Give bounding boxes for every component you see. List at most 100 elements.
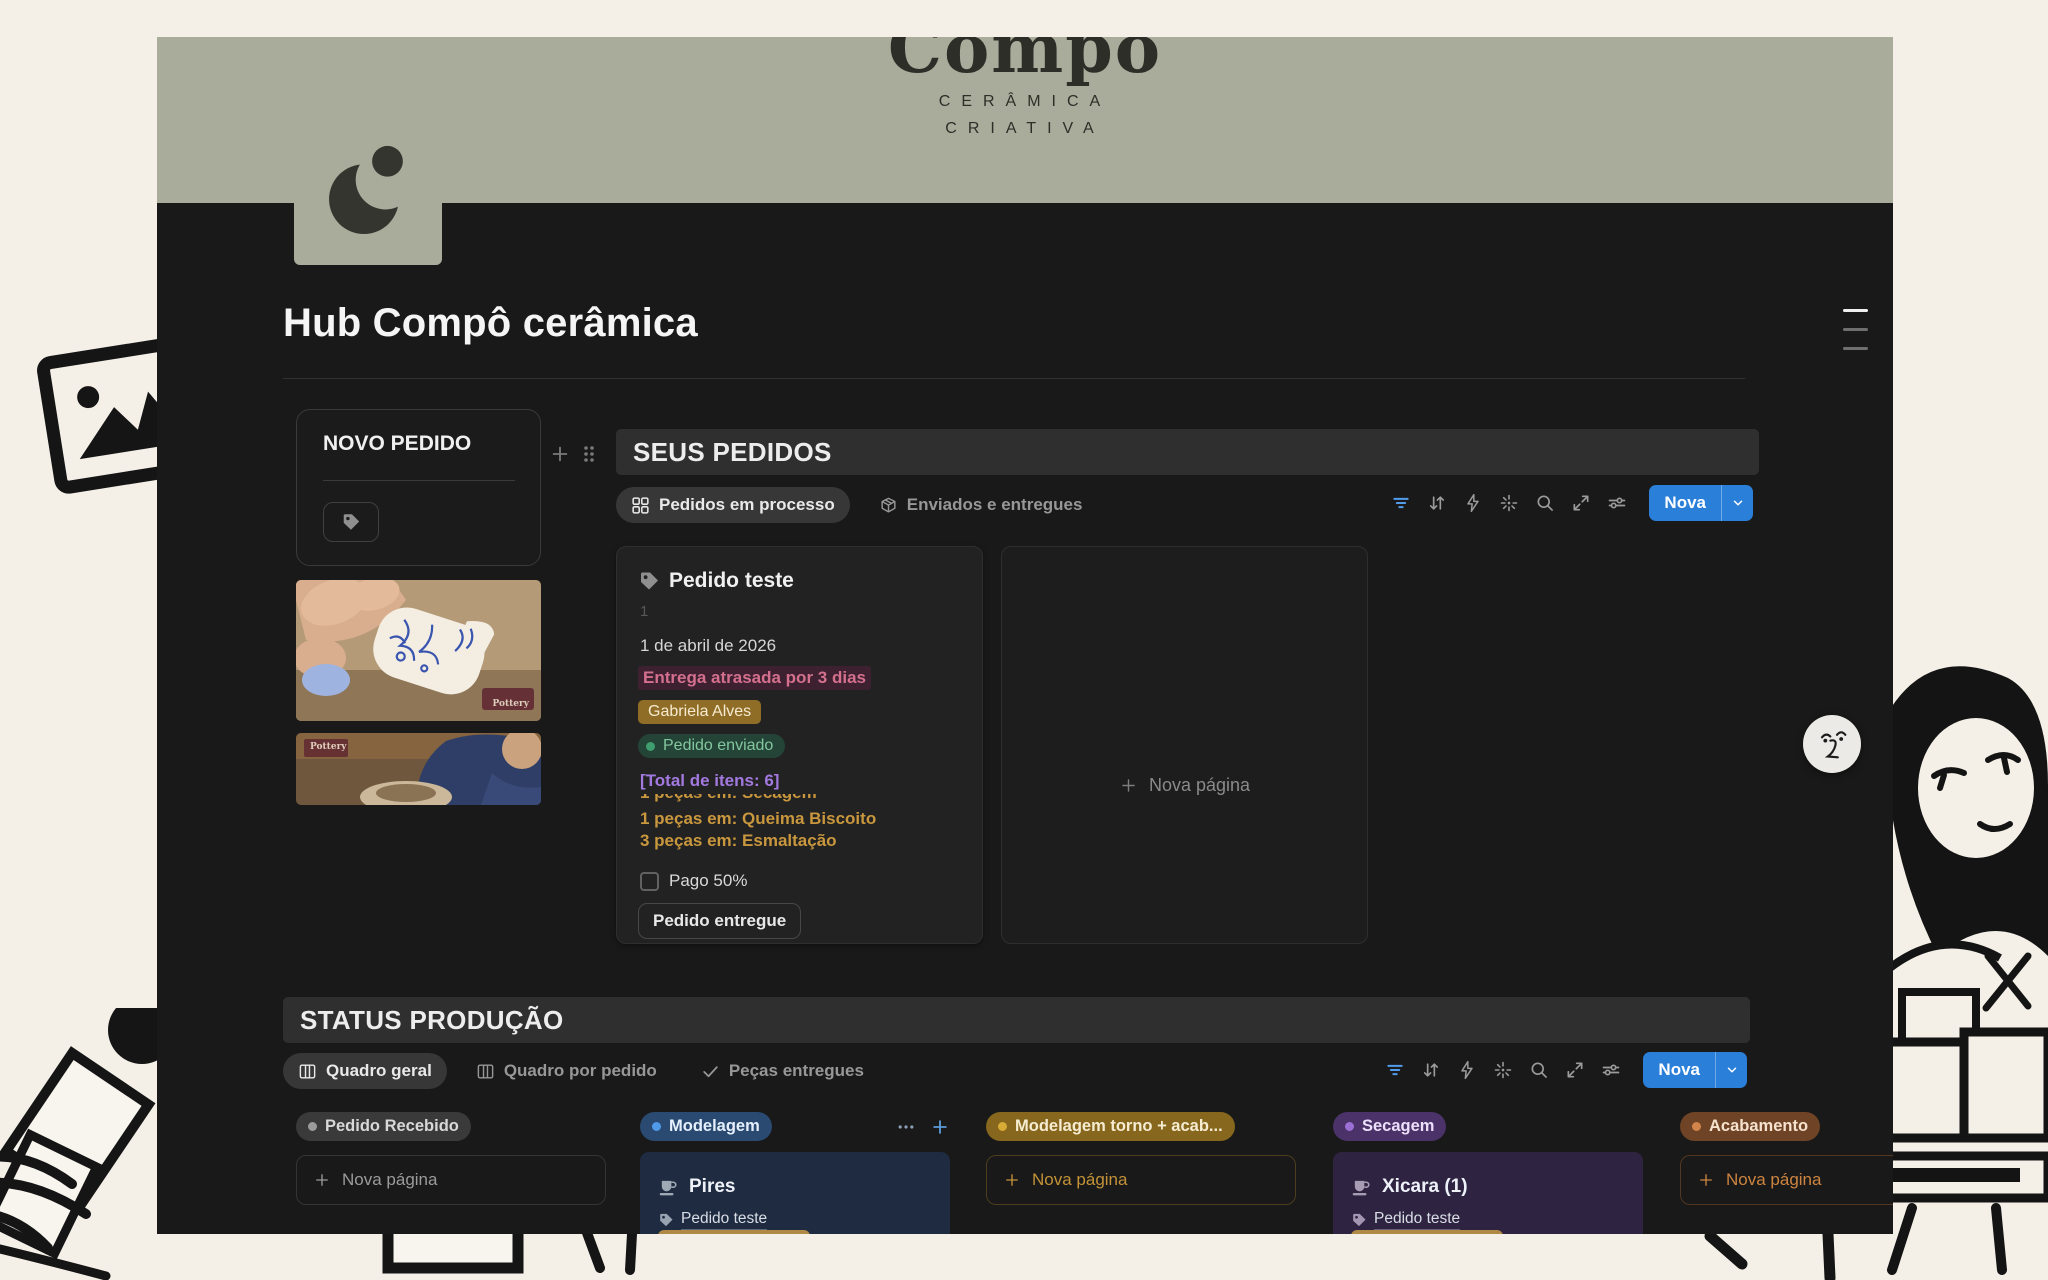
sort-icon[interactable] <box>1421 1060 1441 1080</box>
new-page-label: Nova página <box>1149 775 1250 796</box>
board-column-header: Secagem <box>1333 1112 1643 1141</box>
novo-pedido-card[interactable]: NOVO PEDIDO <box>296 409 541 566</box>
nova-split-button: Nova <box>1643 1052 1747 1088</box>
toc-widget[interactable] <box>1843 309 1868 350</box>
woman-doodle-right <box>1868 656 2048 1280</box>
screenshot-stage: Compô CERÂMICA CRIATIVA Hub Compô cerâmi… <box>0 0 2048 1280</box>
status-dot <box>998 1122 1007 1131</box>
plus-icon <box>1697 1171 1715 1189</box>
board-card-xicara[interactable]: Xicara (1) Pedido teste <box>1333 1152 1643 1234</box>
chevron-down-icon <box>1725 1063 1739 1077</box>
tab-quadro-geral[interactable]: Quadro geral <box>283 1053 447 1089</box>
novo-pedido-title: NOVO PEDIDO <box>323 432 471 456</box>
filter-icon[interactable] <box>1391 493 1411 513</box>
column-pill-pedido-recebido[interactable]: Pedido Recebido <box>296 1112 471 1141</box>
toc-bar <box>1843 328 1868 331</box>
status-chip: Pedido enviado <box>638 734 785 758</box>
status-dot <box>1345 1122 1354 1131</box>
tab-label: Enviados e entregues <box>907 495 1083 515</box>
automation-bolt-icon[interactable] <box>1463 493 1483 513</box>
status-producao-header: STATUS PRODUÇÃO <box>283 997 1750 1043</box>
novo-pedido-divider <box>323 480 515 481</box>
board-icon <box>298 1062 317 1081</box>
plus-icon <box>1003 1171 1021 1189</box>
table-strokes-doodle <box>1660 1232 1900 1280</box>
board-column-header: Acabamento <box>1680 1112 1893 1141</box>
status-dot <box>308 1122 317 1131</box>
page-icon[interactable] <box>294 117 442 265</box>
nova-dropdown-button[interactable] <box>1722 485 1753 521</box>
expand-icon[interactable] <box>1565 1060 1585 1080</box>
new-page-card[interactable]: Nova página <box>1001 546 1368 944</box>
status-producao-tabs: Quadro geral Quadro por pedido Peças ent… <box>283 1053 879 1089</box>
column-name: Acabamento <box>1709 1117 1808 1136</box>
tab-pecas-entregues[interactable]: Peças entregues <box>686 1053 879 1089</box>
status-dot <box>646 742 655 751</box>
sparkle-burst-icon[interactable] <box>1493 1060 1513 1080</box>
drag-handle-icon[interactable] <box>578 442 600 466</box>
board-new-page-button[interactable]: Nova página <box>1680 1155 1893 1205</box>
order-date: 1 de abril de 2026 <box>640 636 776 656</box>
column-name: Modelagem <box>669 1117 760 1136</box>
nova-button[interactable]: Nova <box>1643 1052 1715 1088</box>
tag-icon <box>341 512 361 532</box>
column-pill-secagem[interactable]: Secagem <box>1333 1112 1446 1141</box>
new-order-tag-button[interactable] <box>323 502 379 542</box>
check-icon <box>701 1062 720 1081</box>
brand-tagline-1: CERÂMICA <box>157 93 1893 111</box>
status-dot <box>1692 1122 1701 1131</box>
nova-button[interactable]: Nova <box>1649 485 1721 521</box>
seus-pedidos-toolbar: Nova <box>1391 485 1753 521</box>
status-producao-title: STATUS PRODUÇÃO <box>300 1005 564 1036</box>
pottery-photo-clay[interactable]: Pottery <box>296 733 541 805</box>
compo-c-logo-icon <box>327 139 409 243</box>
order-total: [Total de itens: 6] <box>640 771 779 791</box>
package-icon <box>879 496 898 515</box>
column-pill-modelagem[interactable]: Modelagem <box>640 1112 772 1141</box>
cup-icon <box>658 1177 679 1198</box>
tab-label: Quadro geral <box>326 1061 432 1081</box>
board-new-page-button[interactable]: Nova página <box>296 1155 606 1205</box>
tab-pedidos-em-processo[interactable]: Pedidos em processo <box>616 487 850 523</box>
search-icon[interactable] <box>1535 493 1555 513</box>
filter-icon[interactable] <box>1385 1060 1405 1080</box>
progress-line: 3 peças em: Esmaltação <box>640 831 837 851</box>
board-card-page-ref[interactable]: Pedido teste <box>1351 1210 1460 1230</box>
tab-enviados-e-entregues[interactable]: Enviados e entregues <box>864 487 1098 523</box>
board-new-page-button[interactable]: Nova página <box>986 1155 1296 1205</box>
pedido-entregue-button[interactable]: Pedido entregue <box>638 903 801 939</box>
photo-watermark: Pottery <box>492 699 529 709</box>
tab-quadro-por-pedido[interactable]: Quadro por pedido <box>461 1053 672 1089</box>
page-title: Hub Compô cerâmica <box>283 299 698 347</box>
plus-icon[interactable] <box>930 1117 950 1137</box>
face-widget-button[interactable] <box>1803 715 1861 773</box>
status-label: Pedido enviado <box>663 737 773 755</box>
order-card-pedido-teste[interactable]: Pedido teste 1 1 de abril de 2026 Entreg… <box>616 546 983 944</box>
sparkle-burst-icon[interactable] <box>1499 493 1519 513</box>
new-page-label: Nova página <box>1032 1170 1127 1190</box>
column-pill-acabamento[interactable]: Acabamento <box>1680 1112 1820 1141</box>
search-icon[interactable] <box>1529 1060 1549 1080</box>
chevron-down-icon <box>1731 496 1745 510</box>
tab-label: Peças entregues <box>729 1061 864 1081</box>
automation-bolt-icon[interactable] <box>1457 1060 1477 1080</box>
gallery-grid-icon <box>631 496 650 515</box>
expand-icon[interactable] <box>1571 493 1591 513</box>
clipped-tag-chip <box>658 1230 810 1234</box>
pottery-photo-painting[interactable]: Pottery <box>296 580 541 721</box>
column-pill-modelagem-torno[interactable]: Modelagem torno + acab... <box>986 1112 1235 1141</box>
settings-sliders-icon[interactable] <box>1601 1060 1621 1080</box>
settings-sliders-icon[interactable] <box>1607 493 1627 513</box>
ellipsis-icon[interactable] <box>896 1117 916 1137</box>
board-card-pires[interactable]: Pires Pedido teste <box>640 1152 950 1234</box>
tab-label: Quadro por pedido <box>504 1061 657 1081</box>
tag-icon <box>1351 1212 1367 1228</box>
board-icon <box>476 1062 495 1081</box>
paid-checkbox[interactable] <box>640 872 659 891</box>
nova-dropdown-button[interactable] <box>1716 1052 1747 1088</box>
board-card-page-ref[interactable]: Pedido teste <box>658 1210 767 1230</box>
board-card-title-row: Xicara (1) <box>1351 1176 1468 1198</box>
add-block-icon[interactable] <box>549 443 571 465</box>
sort-icon[interactable] <box>1427 493 1447 513</box>
photo-watermark: Pottery <box>310 742 347 752</box>
